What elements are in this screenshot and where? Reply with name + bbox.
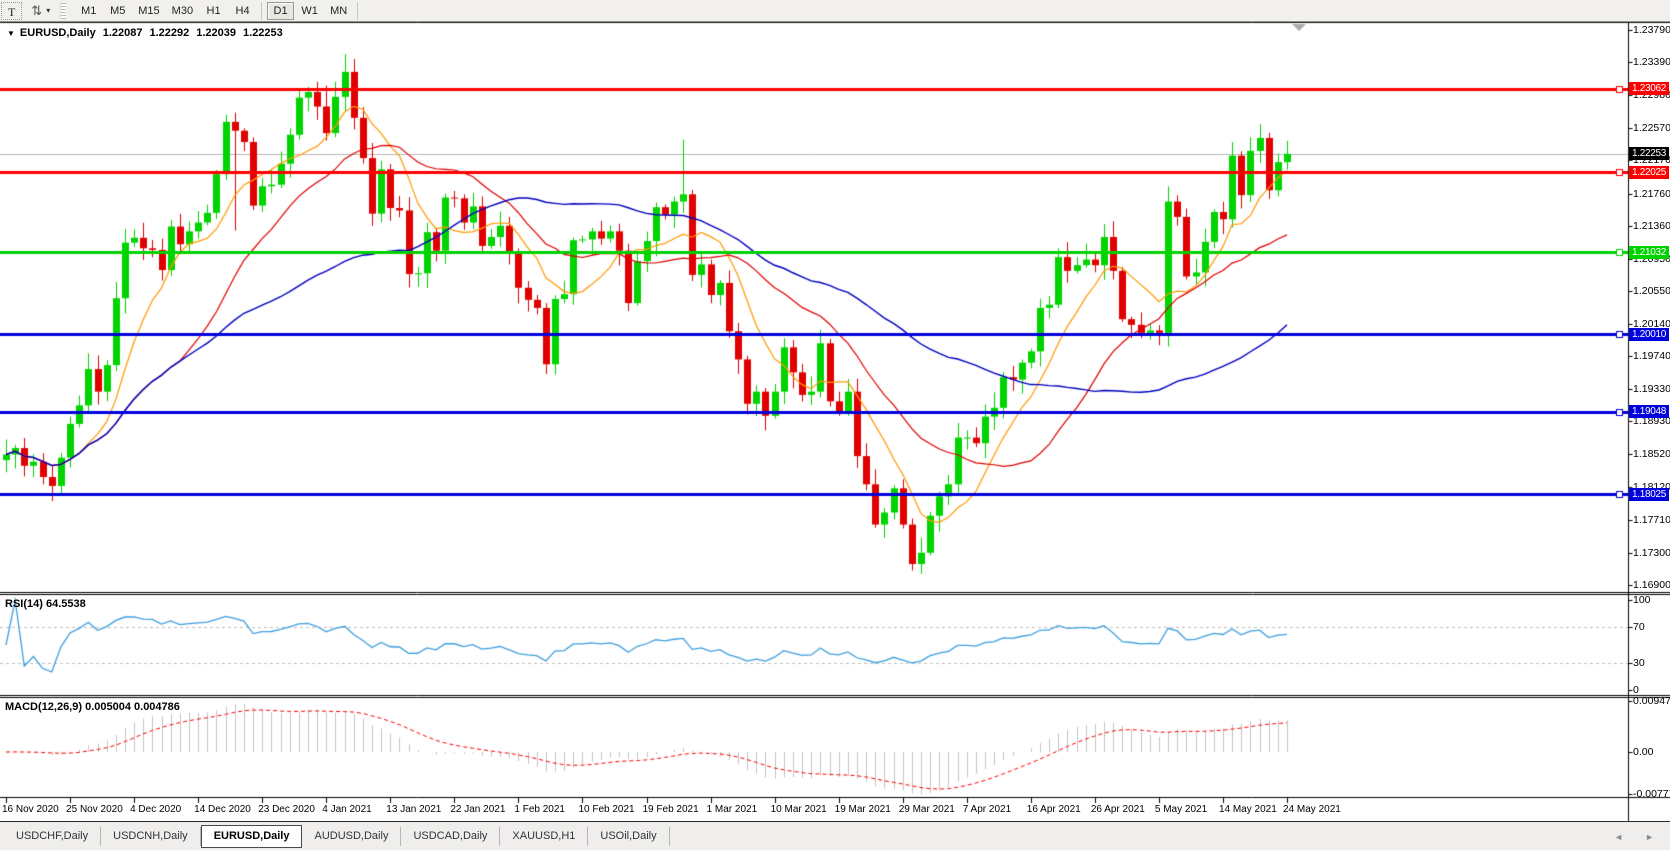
timeframe-button-M5[interactable]: M5 [104,2,131,20]
price-line-label: 1.18025 [1629,488,1669,501]
price-axis-label: 1.22570 [1633,122,1670,134]
rsi-panel-label: RSI(14) 64.5538 [5,598,86,610]
timeframe-button-M30[interactable]: M30 [167,2,198,20]
price-line-label: 1.19048 [1629,405,1669,418]
date-axis-label: 14 Dec 2020 [194,804,251,815]
date-axis-label: 22 Jan 2021 [450,804,505,815]
chart-title: ▼ EURUSD,Daily 1.22087 1.22292 1.22039 1.2225… [7,27,283,39]
price-axis-label: 1.20550 [1633,285,1670,297]
price-axis-label: 1.23790 [1633,24,1670,36]
chart-tab-AUDUSD[interactable]: AUDUSD,Daily [302,827,401,846]
price-chart-canvas[interactable] [0,0,1670,850]
current-price-label: 1.22253 [1629,147,1669,160]
price-line-label: 1.23062 [1629,82,1669,95]
date-axis-label: 13 Jan 2021 [386,804,441,815]
date-axis-label: 29 Mar 2021 [899,804,955,815]
ohlc-high: 1.22292 [149,27,189,39]
date-axis-label: 16 Nov 2020 [2,804,59,815]
chart-tab-USDCNH[interactable]: USDCNH,Daily [101,827,201,846]
timeframe-button-M1[interactable]: M1 [75,2,102,20]
ohlc-low: 1.22039 [196,27,236,39]
price-axis-label: 1.17300 [1633,547,1670,559]
toolbar-separator [357,2,358,20]
price-axis-label: 1.23390 [1633,56,1670,68]
date-axis-label: 1 Feb 2021 [514,804,565,815]
timeframe-button-group: M1M5M15M30H1H4 D1W1MN [74,0,362,22]
chart-tab-EURUSD[interactable]: EURUSD,Daily [201,825,303,848]
price-line-label: 1.22025 [1629,166,1669,179]
symbol-label: EURUSD,Daily [20,27,96,39]
date-axis-label: 25 Nov 2020 [66,804,123,815]
macd-axis-label: 0.009478 [1633,695,1670,707]
tabs-scroll-left-icon[interactable]: ◄ [1614,832,1623,842]
price-axis-label: 1.21360 [1633,220,1670,232]
price-axis-label: 1.21760 [1633,188,1670,200]
date-axis-label: 1 Mar 2021 [707,804,758,815]
top-toolbar: T ⇅ ▾ M1M5M15M30H1H4 D1W1MN [0,0,1670,22]
timeframe-button-H4[interactable]: H4 [229,2,256,20]
timeframe-button-MN[interactable]: MN [325,2,352,20]
toolbar-grip-handle[interactable] [60,3,66,19]
macd-axis-label: -0.007778 [1633,788,1670,800]
date-axis-label: 23 Dec 2020 [258,804,315,815]
date-axis-label: 26 Apr 2021 [1091,804,1145,815]
dropdown-caret-icon: ▾ [46,6,50,15]
timeframe-button-M15[interactable]: M15 [133,2,164,20]
rsi-axis-label: 70 [1633,621,1645,633]
date-axis-label: 4 Dec 2020 [130,804,181,815]
timeframe-button-H1[interactable]: H1 [200,2,227,20]
price-axis-label: 1.18520 [1633,448,1670,460]
price-axis-label: 1.17710 [1633,514,1670,526]
date-axis-label: 16 Apr 2021 [1027,804,1081,815]
price-line-label: 1.21032 [1629,246,1669,259]
collapse-arrow-icon[interactable]: ▼ [7,29,15,38]
macd-panel-label: MACD(12,26,9) 0.005004 0.004786 [5,701,180,713]
chart-tab-USDCHF[interactable]: USDCHF,Daily [4,827,101,846]
price-axis-label: 1.19740 [1633,350,1670,362]
toolbar-separator [261,2,262,20]
timeframe-button-W1[interactable]: W1 [296,2,323,20]
chart-tab-XAUUSD[interactable]: XAUUSD,H1 [500,827,588,846]
date-axis-label: 19 Mar 2021 [835,804,891,815]
timeframe-button-D1[interactable]: D1 [267,2,294,20]
date-axis-label: 10 Feb 2021 [578,804,634,815]
date-axis-label: 7 Apr 2021 [963,804,1011,815]
tab-scroll-arrows: ◄ ► [1614,822,1654,851]
date-axis-label: 14 May 2021 [1219,804,1277,815]
tabs-scroll-right-icon[interactable]: ► [1645,832,1654,842]
chart-tab-USDCAD[interactable]: USDCAD,Daily [401,827,500,846]
price-axis-label: 1.16900 [1633,579,1670,591]
rsi-axis-label: 100 [1633,594,1651,606]
macd-axis-label: 0.00 [1633,746,1653,758]
date-axis-label: 5 May 2021 [1155,804,1207,815]
price-line-label: 1.20010 [1629,328,1669,341]
ohlc-open: 1.22087 [103,27,143,39]
date-axis-label: 24 May 2021 [1283,804,1341,815]
date-axis-label: 4 Jan 2021 [322,804,372,815]
swap-arrows-icon: ⇅ [31,3,42,19]
chart-tab-USOil[interactable]: USOil,Daily [588,827,669,846]
date-axis-label: 19 Feb 2021 [643,804,699,815]
text-tool-button[interactable]: T [1,2,22,20]
arrows-tool-button[interactable]: ⇅ ▾ [31,3,50,19]
date-axis-label: 10 Mar 2021 [771,804,827,815]
rsi-axis-label: 30 [1633,657,1645,669]
price-axis-label: 1.19330 [1633,383,1670,395]
chart-tabs-bar: USDCHF,DailyUSDCNH,DailyEURUSD,DailyAUDU… [0,821,1670,850]
ohlc-close: 1.22253 [243,27,283,39]
chart-tabs: USDCHF,DailyUSDCNH,DailyEURUSD,DailyAUDU… [4,825,670,848]
